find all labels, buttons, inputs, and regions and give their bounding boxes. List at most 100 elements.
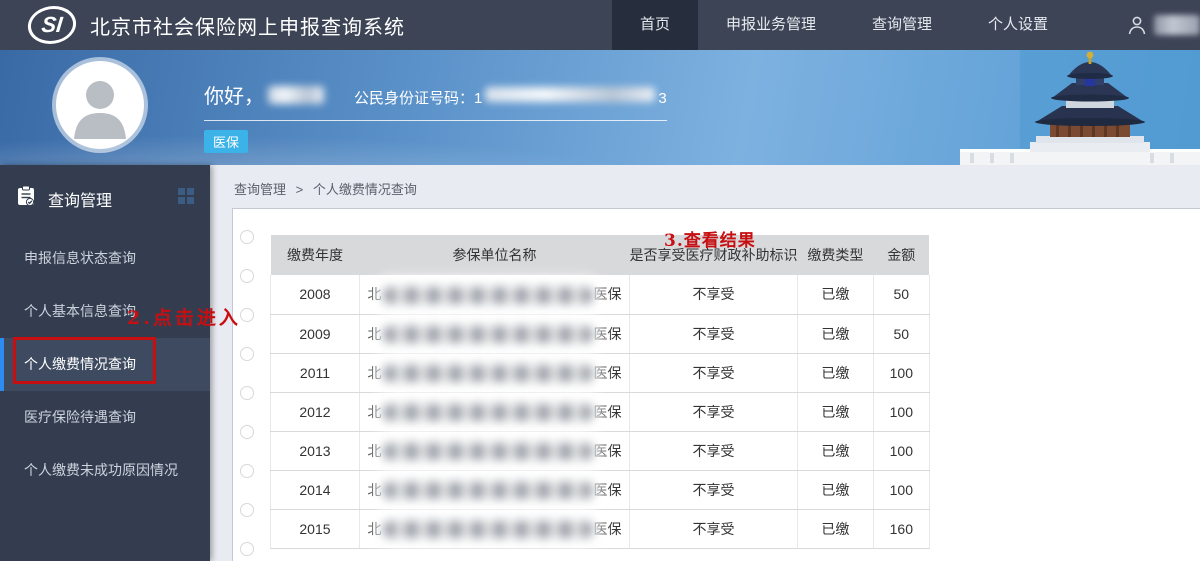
company-name-blurred [382,482,593,500]
row-radio-button[interactable] [240,308,254,322]
cell-subsidy-flag: 不享受 [629,431,799,471]
nav-item-home[interactable]: 首页 [612,0,699,50]
column-header: 金额 [873,235,930,275]
cell-year: 2015 [270,509,360,549]
user-name-blurred [1154,15,1200,35]
cell-subsidy-flag: 不享受 [629,509,799,549]
main-menu: 首页 申报业务管理 查询管理 个人设置 [612,0,1076,50]
cell-payment-type: 已缴 [797,314,874,354]
sidebar-header: 查询管理 [0,165,210,218]
user-info: 你好， 公民身份证号码： 1 3 医保 [204,80,667,153]
row-radio-button[interactable] [240,464,254,478]
cell-amount: 100 [872,353,930,393]
cell-year: 2013 [270,431,360,471]
person-icon [1126,14,1148,36]
id-number-label: 公民身份证号码： [354,90,475,107]
table-row[interactable]: 2014 北 医保 不享受 已缴 100 [270,470,930,510]
column-header: 缴费年度 [270,235,360,275]
table-row[interactable]: 2008 北 医保 不享受 已缴 50 [270,275,930,315]
insurance-type-badge: 医保 [204,130,249,153]
cell-subsidy-flag: 不享受 [629,353,799,393]
avatar [56,61,144,149]
temple-of-heaven-image [960,50,1200,165]
app-title: 北京市社会保险网上申报查询系统 [90,16,405,39]
payment-records-table: 缴费年度 参保单位名称 是否享受医疗财政补助标识 缴费类型 金额 2008 北医保 不享受已… [270,235,930,549]
cell-year: 2014 [270,470,360,510]
cell-subsidy-flag: 不享受 [629,470,799,510]
company-visible-suffix: 医保 [593,442,622,459]
id-number-blurred [485,87,656,102]
company-visible-prefix: 北 [367,403,382,420]
breadcrumb-separator: > [295,182,304,197]
sidebar: 查询管理 申报信息状态查询 个人基本信息查询 个人缴费情况查询 医疗保险待遇查询… [0,165,210,561]
company-visible-suffix: 医保 [593,364,622,381]
table-row[interactable]: 2013 北 医保 不享受 已缴 100 [270,431,930,471]
breadcrumb-current: 个人缴费情况查询 [312,182,417,197]
cell-amount: 100 [872,470,930,510]
company-name-blurred [382,521,593,539]
app: SI 北京市社会保险网上申报查询系统 首页 申报业务管理 查询管理 个人设置 你… [0,0,1200,561]
nav-item-settings[interactable]: 个人设置 [960,0,1076,50]
company-visible-prefix: 北 [367,364,382,381]
sidebar-item-basic-info[interactable]: 个人基本信息查询 [0,285,210,338]
cell-company: 北 医保 [358,314,631,354]
cell-subsidy-flag: 不享受 [629,392,799,432]
cell-company: 北 医保 [358,509,631,549]
cell-subsidy-flag: 不享受 [629,275,799,315]
breadcrumb-parent[interactable]: 查询管理 [234,182,286,197]
company-name-blurred [382,404,593,422]
cell-subsidy-flag: 不享受 [629,314,799,354]
table-row[interactable]: 2011 北 医保 不享受 已缴 100 [270,353,930,393]
breadcrumb: 查询管理 > 个人缴费情况查询 [210,165,1200,198]
company-name-blurred [382,365,593,383]
row-radio-button[interactable] [240,503,254,517]
cell-year: 2012 [270,392,360,432]
nav-item-declaration[interactable]: 申报业务管理 [698,0,844,50]
logo-text: SI [40,12,64,37]
company-visible-prefix: 北 [367,481,382,498]
row-radio-button[interactable] [240,386,254,400]
company-visible-suffix: 医保 [593,481,622,498]
table-row[interactable]: 2015 北 医保 不享受 已缴 160 [270,509,930,549]
table-row[interactable]: 2009 北 医保 不享受 已缴 50 [270,314,930,354]
cell-payment-type: 已缴 [797,509,874,549]
cell-amount: 50 [872,314,930,354]
cell-payment-type: 已缴 [797,275,874,315]
user-identity-line: 你好， 公民身份证号码： 1 3 [204,80,667,121]
row-radio-button[interactable] [240,269,254,283]
id-visible-start: 1 [474,90,483,107]
id-visible-end: 3 [658,90,667,107]
sidebar-item-medical-benefit[interactable]: 医疗保险待遇查询 [0,391,210,444]
grid-icon[interactable] [178,188,194,209]
si-logo-icon: SI [26,6,78,44]
sidebar-item-payment-failure[interactable]: 个人缴费未成功原因情况 [0,444,210,497]
cell-payment-type: 已缴 [797,353,874,393]
user-menu[interactable] [1126,0,1200,50]
cell-amount: 50 [872,275,930,315]
greeting-text: 你好， [204,86,264,108]
row-radio-column [240,230,254,556]
sidebar-item-declaration-status[interactable]: 申报信息状态查询 [0,232,210,285]
sidebar-item-payment-status[interactable]: 个人缴费情况查询 [0,338,210,391]
cell-company: 北 医保 [358,470,631,510]
nav-item-query[interactable]: 查询管理 [844,0,960,50]
company-visible-suffix: 医保 [593,286,622,303]
row-radio-button[interactable] [240,347,254,361]
cell-company: 北 医保 [358,392,631,432]
company-visible-suffix: 医保 [593,325,622,342]
cell-company: 北 医保 [358,275,631,315]
row-radio-button[interactable] [240,542,254,556]
company-visible-prefix: 北 [367,520,382,537]
cell-year: 2011 [270,353,360,393]
table-header-row: 缴费年度 参保单位名称 是否享受医疗财政补助标识 缴费类型 金额 [270,235,930,275]
cell-year: 2009 [270,314,360,354]
company-name-blurred [382,287,593,305]
table-row[interactable]: 2012 北 医保 不享受 已缴 100 [270,392,930,432]
main-content: 查询管理 > 个人缴费情况查询 缴费年度 参保单位名称 是否享受医疗财政补助标识 缴费… [210,165,1200,561]
row-radio-button[interactable] [240,230,254,244]
cell-amount: 160 [872,509,930,549]
user-banner: 你好， 公民身份证号码： 1 3 医保 [0,50,1200,165]
row-radio-button[interactable] [240,425,254,439]
column-header: 是否享受医疗财政补助标识 [629,235,798,275]
cell-amount: 100 [872,392,930,432]
